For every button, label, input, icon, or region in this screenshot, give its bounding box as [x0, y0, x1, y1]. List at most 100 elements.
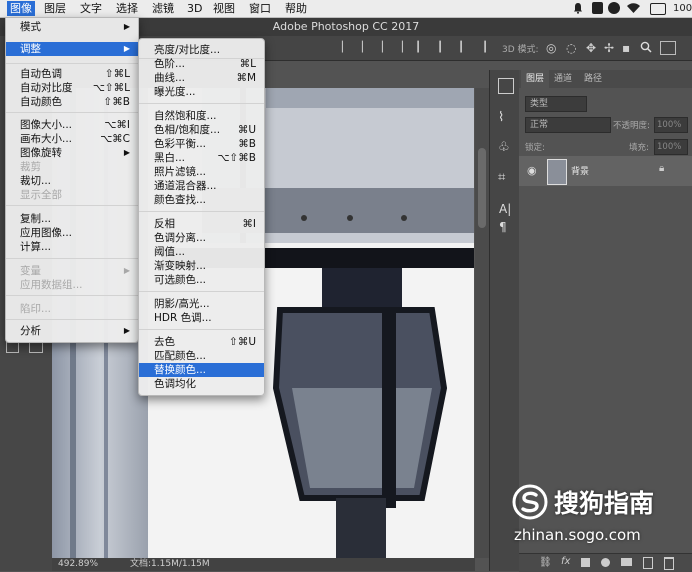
- crop-icon[interactable]: ⌗: [498, 170, 505, 185]
- link-icon[interactable]: ⛓︎: [539, 557, 552, 568]
- menu-select[interactable]: 选择: [116, 1, 138, 16]
- menu-item-trim[interactable]: 裁切...: [6, 174, 138, 188]
- align-icon[interactable]: ▕: [375, 42, 385, 54]
- adjustments-submenu: 亮度/对比度... 色阶... ⌘L 曲线... ⌘M 曝光度... 自然饱和度..…: [138, 38, 265, 396]
- menu-item-auto-tone[interactable]: 自动色调 ⇧⌘L: [6, 67, 138, 81]
- airplay-icon[interactable]: [650, 3, 666, 15]
- align-icon[interactable]: ▕: [335, 42, 345, 54]
- menu-item-mode[interactable]: 模式 ▶: [6, 20, 138, 34]
- app-status-icon[interactable]: [592, 2, 603, 14]
- bell-icon[interactable]: [572, 2, 584, 14]
- menu-item-vibrance[interactable]: 自然饱和度...: [139, 109, 264, 123]
- opacity-input[interactable]: 100%: [654, 117, 688, 133]
- menu-item-threshold[interactable]: 阈值...: [139, 245, 264, 259]
- 3d-rotate-icon[interactable]: ◎: [546, 42, 556, 54]
- menu-item-color-lookup[interactable]: 颜色查找...: [139, 193, 264, 207]
- 3d-slide-icon[interactable]: ✢: [604, 42, 614, 54]
- menu-item-duplicate[interactable]: 复制...: [6, 212, 138, 226]
- menu-item-color-balance[interactable]: 色彩平衡... ⌘B: [139, 137, 264, 151]
- menu-item-shadows-highlights[interactable]: 阴影/高光...: [139, 297, 264, 311]
- menu-type[interactable]: 文字: [80, 1, 102, 16]
- menu-item-curves[interactable]: 曲线... ⌘M: [139, 71, 264, 85]
- menu-item-hdr-toning[interactable]: HDR 色调...: [139, 311, 264, 325]
- menu-item-image-size[interactable]: 图像大小... ⌥⌘I: [6, 118, 138, 132]
- paragraph-icon[interactable]: ¶: [499, 220, 507, 234]
- distribute-icon[interactable]: ┃: [482, 42, 492, 54]
- new-layer-icon[interactable]: [643, 557, 653, 569]
- adjustment-icon[interactable]: [601, 558, 610, 567]
- fill-input[interactable]: 100%: [654, 139, 688, 155]
- menu-item-posterize[interactable]: 色调分离...: [139, 231, 264, 245]
- submenu-arrow-icon: ▶: [123, 266, 130, 275]
- menu-image[interactable]: 图像: [7, 1, 35, 16]
- menu-item-selective-color[interactable]: 可选颜色...: [139, 273, 264, 287]
- fill-label: 填充:: [629, 143, 649, 153]
- menu-item-apply-image[interactable]: 应用图像...: [6, 226, 138, 240]
- lock-label: 锁定:: [525, 143, 545, 153]
- menu-item-hue-saturation[interactable]: 色相/饱和度... ⌘U: [139, 123, 264, 137]
- folder-icon[interactable]: [621, 558, 632, 566]
- menu-item-gradient-map[interactable]: 渐变映射...: [139, 259, 264, 273]
- canvas-scrollbar[interactable]: [475, 88, 489, 558]
- menu-item-equalize[interactable]: 色调均化: [139, 377, 264, 391]
- menu-item-levels[interactable]: 色阶... ⌘L: [139, 57, 264, 71]
- menu-item-analysis[interactable]: 分析 ▶: [6, 324, 138, 338]
- tab-layers[interactable]: 图层: [521, 70, 550, 88]
- menu-item-trap: 陷印...: [20, 303, 52, 315]
- menu-item-replace-color[interactable]: 替换颜色...: [139, 363, 264, 377]
- mask-icon[interactable]: [581, 558, 590, 567]
- workspace-icon[interactable]: [660, 41, 676, 55]
- tab-channels[interactable]: 通道: [549, 70, 577, 88]
- submenu-arrow-icon: ▶: [123, 22, 130, 31]
- align-icon[interactable]: ▕: [395, 42, 405, 54]
- menu-item-image-rotation[interactable]: 图像旋转 ▶: [6, 146, 138, 160]
- menu-filter[interactable]: 滤镜: [152, 1, 174, 16]
- watermark: 搜狗指南 zhinan.sogo.com: [512, 482, 682, 552]
- battery-percent: 100: [673, 3, 692, 14]
- brush-settings-icon[interactable]: ⌇: [498, 110, 504, 125]
- distribute-icon[interactable]: ┃: [415, 42, 425, 54]
- layer-row[interactable]: ◉ 背景 🔒︎: [519, 156, 692, 186]
- 3d-drag-icon[interactable]: ✥: [586, 42, 596, 54]
- status-icon[interactable]: [608, 2, 620, 14]
- search-icon[interactable]: [640, 41, 652, 53]
- menu-item-adjustments[interactable]: 调整 ▶: [6, 42, 138, 56]
- menu-item-invert[interactable]: 反相 ⌘I: [139, 217, 264, 231]
- menu-item-apply-data-set: 应用数据组...: [20, 279, 83, 291]
- menu-item-calculations[interactable]: 计算...: [6, 240, 138, 254]
- eye-icon[interactable]: ◉: [527, 164, 537, 177]
- menu-item-channel-mixer[interactable]: 通道混合器...: [139, 179, 264, 193]
- menu-item-black-white[interactable]: 黑白... ⌥⇧⌘B: [139, 151, 264, 165]
- menu-window[interactable]: 窗口: [249, 1, 271, 16]
- character-icon[interactable]: A|: [499, 202, 511, 216]
- align-icon[interactable]: ▕: [355, 42, 365, 54]
- menu-layer[interactable]: 图层: [44, 1, 66, 16]
- clone-source-icon[interactable]: ♧: [498, 140, 510, 155]
- menu-item-desaturate[interactable]: 去色 ⇧⌘U: [139, 335, 264, 349]
- tab-paths[interactable]: 路径: [579, 70, 607, 88]
- zoom-level[interactable]: 492.89%: [58, 558, 98, 571]
- menu-item-photo-filter[interactable]: 照片滤镜...: [139, 165, 264, 179]
- menu-item-brightness-contrast[interactable]: 亮度/对比度...: [139, 43, 264, 57]
- history-icon[interactable]: [498, 78, 514, 94]
- wifi-icon[interactable]: [626, 2, 641, 14]
- distribute-icon[interactable]: ┃: [458, 42, 468, 54]
- blend-mode-select[interactable]: 正常: [525, 117, 611, 133]
- layer-name[interactable]: 背景: [571, 164, 589, 177]
- menu-item-crop: 裁剪: [20, 161, 41, 173]
- menu-view[interactable]: 视图: [213, 1, 235, 16]
- 3d-scale-icon[interactable]: ▪: [622, 42, 632, 54]
- menu-help[interactable]: 帮助: [285, 1, 307, 16]
- scrollbar-thumb[interactable]: [478, 148, 486, 228]
- filter-kind-select[interactable]: 类型: [525, 96, 587, 112]
- menu-item-exposure[interactable]: 曝光度...: [139, 85, 264, 99]
- fx-icon[interactable]: fx: [561, 556, 570, 567]
- menu-item-auto-contrast[interactable]: 自动对比度 ⌥⇧⌘L: [6, 81, 138, 95]
- menu-item-match-color[interactable]: 匹配颜色...: [139, 349, 264, 363]
- menu-3d[interactable]: 3D: [187, 1, 202, 16]
- distribute-icon[interactable]: ┃: [437, 42, 447, 54]
- menu-item-canvas-size[interactable]: 画布大小... ⌥⌘C: [6, 132, 138, 146]
- 3d-roll-icon[interactable]: ◌: [566, 42, 576, 54]
- menu-item-auto-color[interactable]: 自动颜色 ⇧⌘B: [6, 95, 138, 109]
- trash-icon[interactable]: [664, 557, 674, 570]
